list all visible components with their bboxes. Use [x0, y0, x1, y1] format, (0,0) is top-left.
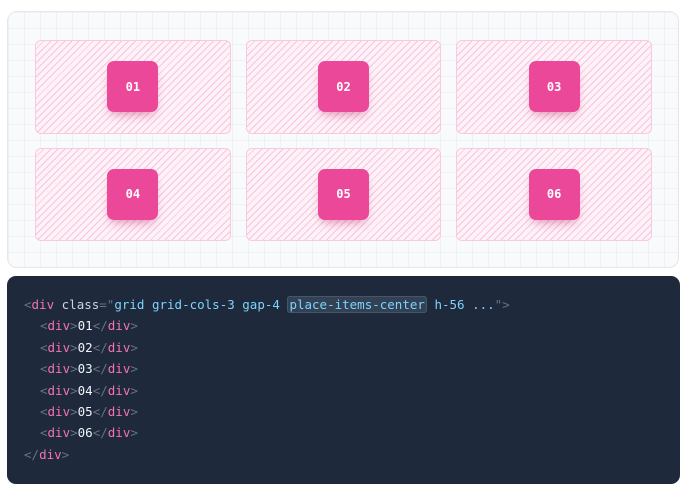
grid-item-tile: 06 [528, 168, 580, 220]
code-punct: =" [99, 297, 115, 312]
code-line-child: <div>06</div> [24, 422, 680, 443]
code-punct: < [40, 361, 48, 377]
code-punct: > [130, 339, 138, 355]
code-tag: div [107, 382, 131, 398]
code-punct: > [61, 446, 70, 462]
code-tag: div [47, 403, 71, 419]
code-tag: div [47, 318, 71, 334]
grid-item-tile: 04 [107, 168, 159, 220]
code-tag: div [107, 339, 131, 355]
code-punct: > [70, 361, 78, 377]
code-punct: </ [92, 382, 108, 398]
code-line-child: <div>01</div> [24, 315, 680, 336]
code-class-highlight: place-items-center [287, 296, 427, 313]
grid-item-tile: 03 [528, 61, 580, 113]
code-punct: > [70, 403, 78, 419]
code-line-child: <div>02</div> [24, 337, 680, 358]
code-punct: </ [92, 425, 108, 441]
grid-cell: 05 [245, 147, 442, 241]
code-tag: div [47, 339, 71, 355]
code-punct: > [130, 361, 138, 377]
code-text: 03 [77, 361, 93, 377]
code-class-string: grid grid-cols-3 gap-4 [114, 297, 280, 312]
code-tag: div [47, 361, 71, 377]
code-line-child: <div>05</div> [24, 401, 680, 422]
code-tag: div [107, 425, 131, 441]
code-class-string: h-56 ... [434, 297, 495, 312]
grid-cell: 02 [245, 40, 442, 134]
code-tag: div [107, 361, 131, 377]
code-punct: > [70, 318, 78, 334]
grid-cell: 04 [35, 147, 231, 241]
code-punct: < [40, 403, 48, 419]
code-punct: > [70, 425, 78, 441]
code-line-close: </div> [24, 444, 680, 465]
code-punct: < [24, 297, 32, 312]
code-tag: div [31, 297, 55, 312]
code-punct: < [40, 318, 48, 334]
code-text: 02 [77, 339, 93, 355]
code-punct: > [130, 318, 138, 334]
code-tag: div [47, 425, 71, 441]
code-punct: "> [494, 297, 510, 312]
code-text: 06 [77, 425, 93, 441]
code-punct: < [40, 425, 48, 441]
code-line-child: <div>03</div> [24, 358, 680, 379]
grid-container: 01 02 03 04 05 06 [35, 40, 652, 241]
code-tag: div [47, 382, 71, 398]
grid-cell: 01 [35, 40, 231, 134]
code-line-open: <div class="grid grid-cols-3 gap-4 place… [24, 294, 680, 315]
code-line-child: <div>04</div> [24, 380, 680, 401]
code-punct: </ [92, 318, 108, 334]
grid-item-tile: 05 [317, 168, 369, 220]
code-punct: > [130, 382, 138, 398]
grid-cell: 06 [456, 147, 652, 241]
code-text: 04 [77, 382, 93, 398]
code-punct: > [70, 339, 78, 355]
code-tag: div [107, 403, 131, 419]
code-punct: </ [92, 361, 108, 377]
code-punct: < [40, 339, 48, 355]
grid-item-tile: 01 [107, 61, 159, 113]
code-snippet-panel: <div class="grid grid-cols-3 gap-4 place… [7, 276, 680, 484]
grid-item-tile: 02 [317, 61, 369, 113]
code-punct: </ [92, 403, 108, 419]
code-text: 01 [77, 318, 93, 334]
grid-cell: 03 [456, 40, 652, 134]
code-punct: </ [92, 339, 108, 355]
code-punct: </ [24, 446, 40, 462]
code-punct: < [40, 382, 48, 398]
code-punct: > [130, 425, 138, 441]
code-punct: > [70, 382, 78, 398]
code-tag: div [107, 318, 131, 334]
code-attr: class [61, 297, 100, 312]
grid-preview-panel: 01 02 03 04 05 06 [7, 11, 679, 268]
code-tag: div [39, 446, 62, 462]
code-punct: > [130, 403, 138, 419]
code-text: 05 [77, 403, 93, 419]
